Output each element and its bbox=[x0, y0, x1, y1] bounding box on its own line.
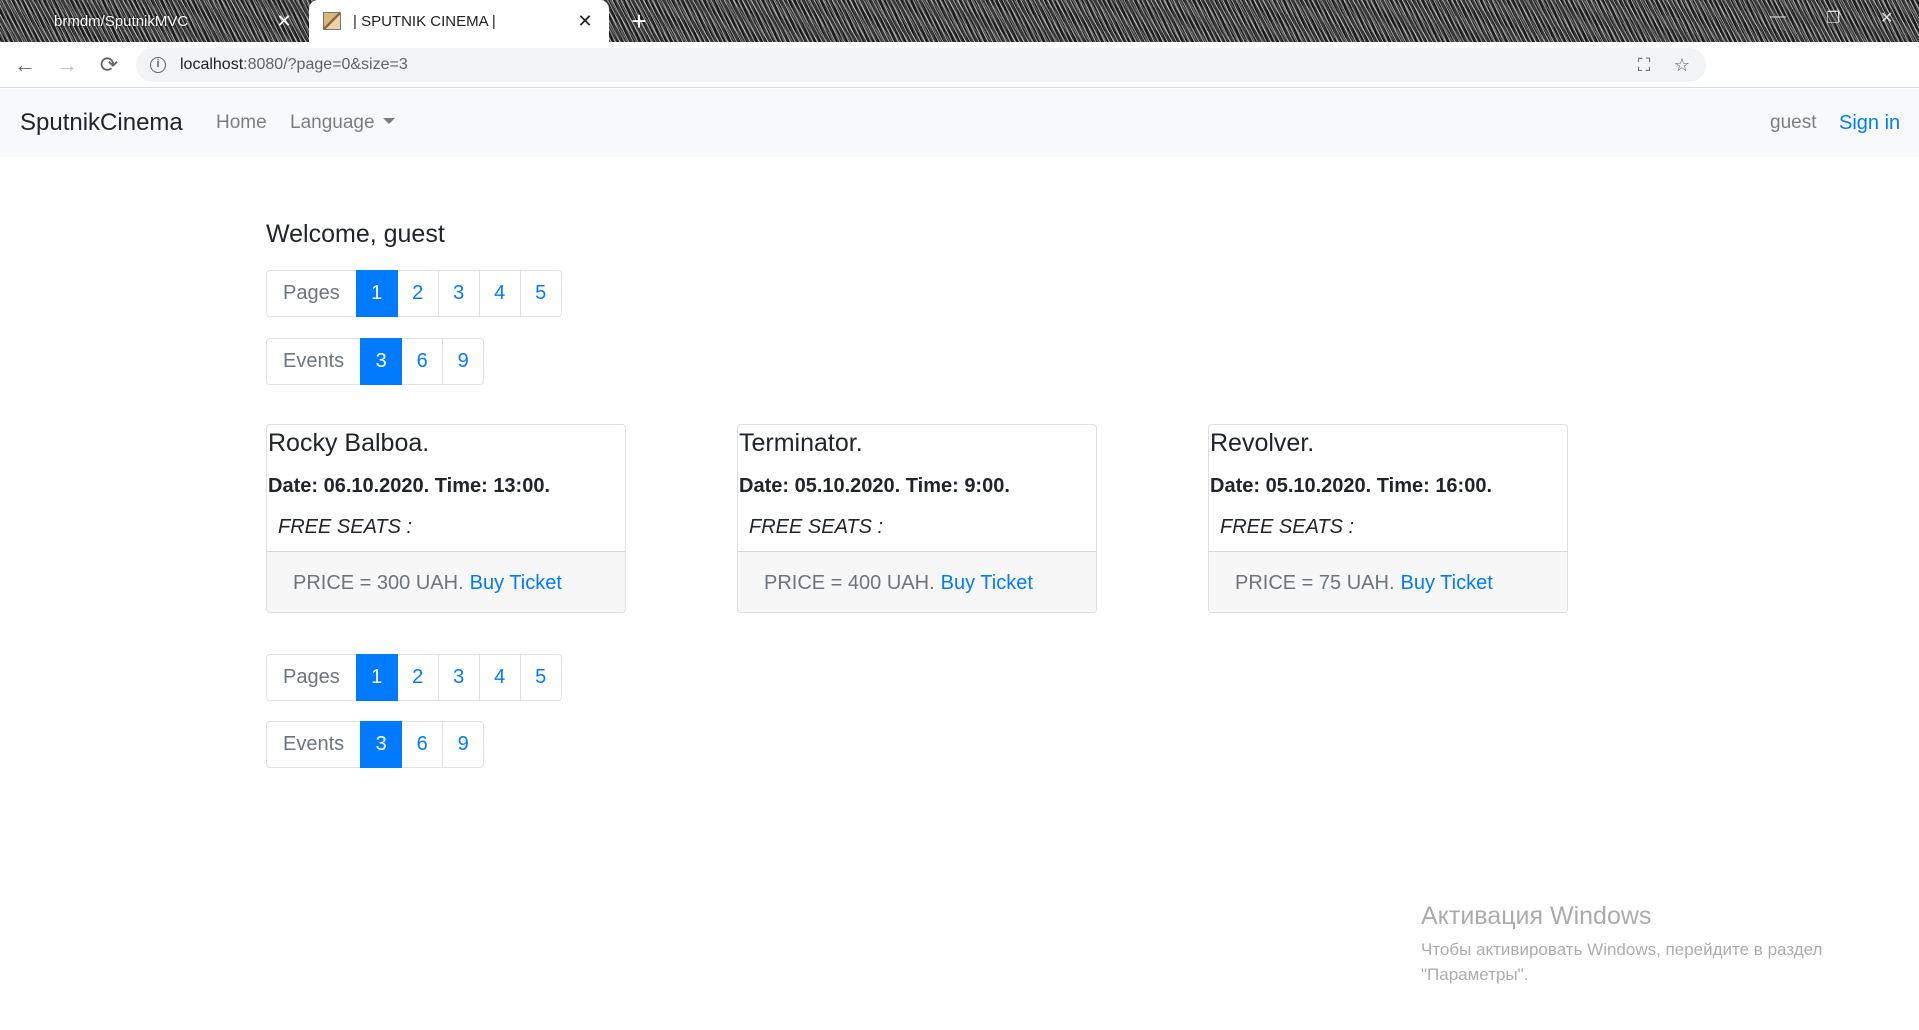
close-icon[interactable]: ✕ bbox=[575, 11, 595, 32]
events-size-9[interactable]: 9 bbox=[442, 721, 485, 768]
event-card: Rocky Balboa. Date: 06.10.2020. Time: 13… bbox=[266, 424, 626, 613]
events-size-3[interactable]: 3 bbox=[360, 338, 403, 385]
event-card: Terminator. Date: 05.10.2020. Time: 9:00… bbox=[737, 424, 1097, 613]
site-navbar: SputnikCinema Home Language guest Sign i… bbox=[0, 89, 1919, 157]
event-card-footer: PRICE = 300 UAH. Buy Ticket bbox=[267, 551, 625, 612]
pages-label: Pages bbox=[266, 270, 357, 317]
tab-title: brmdm/SputnikMVC bbox=[54, 12, 189, 30]
address-bar[interactable]: i localhost:8080/?page=0&size=3 ⛶ ☆ bbox=[136, 48, 1706, 82]
events-label: Events bbox=[266, 721, 362, 768]
event-datetime: Date: 05.10.2020. Time: 9:00. bbox=[739, 475, 1010, 497]
url-text: localhost:8080/?page=0&size=3 bbox=[180, 56, 1630, 74]
page-link-1[interactable]: 1 bbox=[355, 270, 398, 317]
event-card-footer: PRICE = 75 UAH. Buy Ticket bbox=[1209, 551, 1567, 612]
sign-in-link[interactable]: Sign in bbox=[1839, 112, 1900, 135]
event-datetime: Date: 06.10.2020. Time: 13:00. bbox=[268, 475, 551, 497]
translate-icon[interactable]: ⛶ bbox=[1630, 51, 1658, 79]
buy-ticket-link[interactable]: Buy Ticket bbox=[941, 572, 1033, 595]
event-price: PRICE = 75 UAH. bbox=[1235, 571, 1395, 594]
language-dropdown[interactable]: Language bbox=[290, 112, 395, 134]
events-size-pagination-top: Events 3 6 9 bbox=[266, 338, 485, 385]
events-size-3[interactable]: 3 bbox=[360, 721, 403, 768]
info-icon[interactable]: i bbox=[150, 57, 166, 73]
event-free-seats: FREE SEATS : bbox=[1220, 516, 1355, 538]
events-label: Events bbox=[266, 338, 362, 385]
page-link-1[interactable]: 1 bbox=[355, 654, 398, 701]
windows-activation-title: Активация Windows bbox=[1421, 902, 1652, 930]
windows-activation-text: Чтобы активировать Windows, перейдите в … bbox=[1421, 937, 1881, 987]
page-link-3[interactable]: 3 bbox=[437, 270, 480, 317]
events-size-9[interactable]: 9 bbox=[442, 338, 485, 385]
pages-label: Pages bbox=[266, 654, 357, 701]
browser-tab-sputnik[interactable]: | SPUTNIK CINEMA | ✕ bbox=[309, 0, 609, 42]
event-title: Rocky Balboa. bbox=[268, 429, 430, 457]
event-card: Revolver. Date: 05.10.2020. Time: 16:00.… bbox=[1208, 424, 1568, 613]
events-size-pagination-bottom: Events 3 6 9 bbox=[266, 721, 485, 768]
favicon-icon bbox=[323, 12, 341, 30]
caret-down-icon bbox=[382, 117, 395, 124]
maximize-icon[interactable]: ❐ bbox=[1826, 8, 1840, 28]
event-title: Revolver. bbox=[1210, 429, 1315, 457]
event-price: PRICE = 300 UAH. bbox=[293, 571, 464, 594]
back-icon[interactable]: ← bbox=[8, 48, 42, 82]
pages-pagination-bottom: Pages 1 2 3 4 5 bbox=[266, 654, 562, 701]
minimize-icon[interactable]: — bbox=[1770, 8, 1786, 26]
brand-link[interactable]: SputnikCinema bbox=[20, 109, 183, 137]
events-size-6[interactable]: 6 bbox=[401, 338, 444, 385]
event-price: PRICE = 400 UAH. bbox=[764, 571, 935, 594]
browser-tabstrip: brmdm/SputnikMVC ✕ | SPUTNIK CINEMA | ✕ … bbox=[0, 0, 1919, 42]
page-link-3[interactable]: 3 bbox=[437, 654, 480, 701]
windows-activation-line2: "Параметры". bbox=[1421, 965, 1529, 984]
browser-toolbar: ← → ⟳ i localhost:8080/?page=0&size=3 ⛶ … bbox=[0, 42, 1919, 119]
windows-activation-line1: Чтобы активировать Windows, перейдите в … bbox=[1421, 940, 1823, 959]
close-icon[interactable]: ✕ bbox=[274, 11, 294, 32]
pages-pagination-top: Pages 1 2 3 4 5 bbox=[266, 270, 562, 317]
new-tab-icon[interactable]: + bbox=[624, 6, 654, 36]
buy-ticket-link[interactable]: Buy Ticket bbox=[470, 572, 562, 595]
event-free-seats: FREE SEATS : bbox=[749, 516, 884, 538]
url-rest: :8080/?page=0&size=3 bbox=[243, 56, 408, 73]
forward-icon[interactable]: → bbox=[50, 48, 84, 82]
page-link-5[interactable]: 5 bbox=[519, 654, 562, 701]
event-card-footer: PRICE = 400 UAH. Buy Ticket bbox=[738, 551, 1096, 612]
url-host: localhost bbox=[180, 56, 244, 73]
browser-tab-github[interactable]: brmdm/SputnikMVC ✕ bbox=[0, 0, 308, 42]
buy-ticket-link[interactable]: Buy Ticket bbox=[1401, 572, 1493, 595]
page-link-2[interactable]: 2 bbox=[396, 654, 439, 701]
window-close-icon[interactable]: ✕ bbox=[1880, 8, 1893, 28]
events-size-6[interactable]: 6 bbox=[401, 721, 444, 768]
page-link-4[interactable]: 4 bbox=[478, 654, 521, 701]
welcome-heading: Welcome, guest bbox=[266, 220, 445, 248]
reload-icon[interactable]: ⟳ bbox=[92, 48, 126, 82]
event-title: Terminator. bbox=[739, 429, 863, 457]
current-user: guest bbox=[1770, 112, 1817, 133]
event-datetime: Date: 05.10.2020. Time: 16:00. bbox=[1210, 475, 1493, 497]
nav-home-link[interactable]: Home bbox=[216, 112, 267, 134]
language-label: Language bbox=[290, 112, 375, 133]
bookmark-star-icon[interactable]: ☆ bbox=[1668, 51, 1696, 79]
page-link-5[interactable]: 5 bbox=[519, 270, 562, 317]
event-free-seats: FREE SEATS : bbox=[278, 516, 413, 538]
page-link-2[interactable]: 2 bbox=[396, 270, 439, 317]
tab-title: | SPUTNIK CINEMA | bbox=[353, 12, 496, 30]
page-link-4[interactable]: 4 bbox=[478, 270, 521, 317]
